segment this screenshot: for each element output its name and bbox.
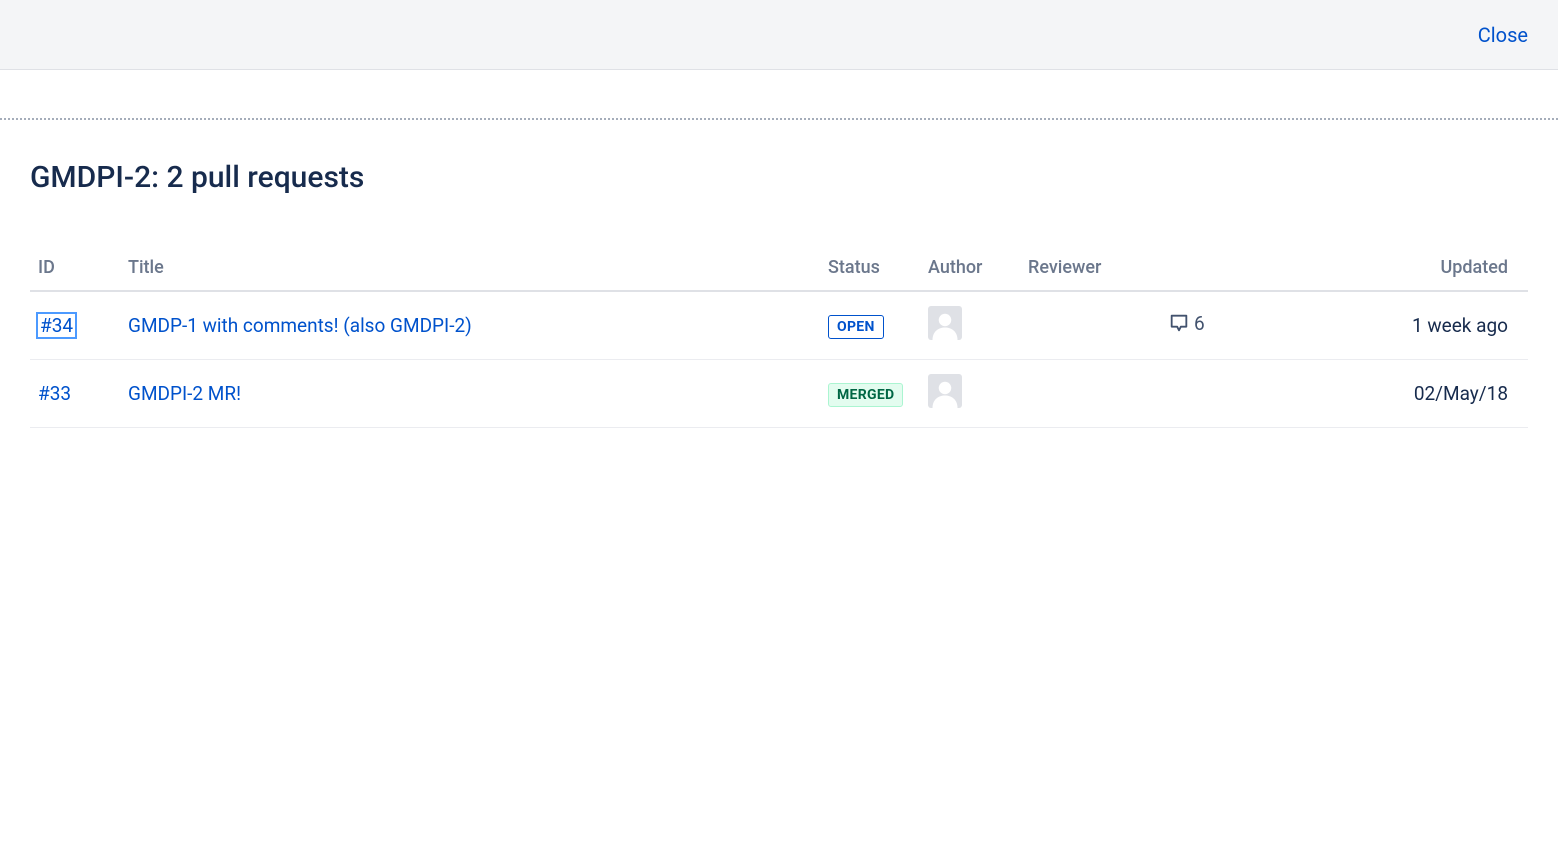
dialog-header: Close [0,0,1558,70]
status-badge: MERGED [828,383,903,407]
comment-count: 6 [1168,312,1205,335]
column-header-author: Author [920,245,1020,291]
content-area: GMDPI-2: 2 pull requests ID Title Status… [0,120,1558,468]
author-avatar[interactable] [928,306,962,340]
status-badge: OPEN [828,315,884,339]
close-button[interactable]: Close [1478,23,1528,47]
author-avatar[interactable] [928,374,962,408]
comment-icon [1168,312,1190,334]
pr-title-link[interactable]: GMDPI-2 MR! [128,382,241,405]
pr-id-link[interactable]: #33 [38,382,71,405]
column-header-status: Status [820,245,920,291]
column-header-title: Title [120,245,820,291]
updated-text: 02/May/18 [1414,382,1508,405]
pr-title-link[interactable]: GMDP-1 with comments! (also GMDPI-2) [128,314,472,337]
person-icon [930,310,960,340]
table-row: #33 GMDPI-2 MR! MERGED [30,360,1528,428]
pull-requests-table: ID Title Status Author Reviewer Updated … [30,245,1528,428]
page-title: GMDPI-2: 2 pull requests [30,160,1528,195]
updated-text: 1 week ago [1412,314,1508,337]
person-icon [930,378,960,408]
table-row: #34 GMDP-1 with comments! (also GMDPI-2)… [30,291,1528,360]
column-header-updated: Updated [1240,245,1528,291]
column-header-id: ID [30,245,120,291]
column-header-comments [1160,245,1240,291]
table-header-row: ID Title Status Author Reviewer Updated [30,245,1528,291]
pr-id-link[interactable]: #34 [38,314,75,337]
divider [0,70,1558,120]
column-header-reviewer: Reviewer [1020,245,1160,291]
